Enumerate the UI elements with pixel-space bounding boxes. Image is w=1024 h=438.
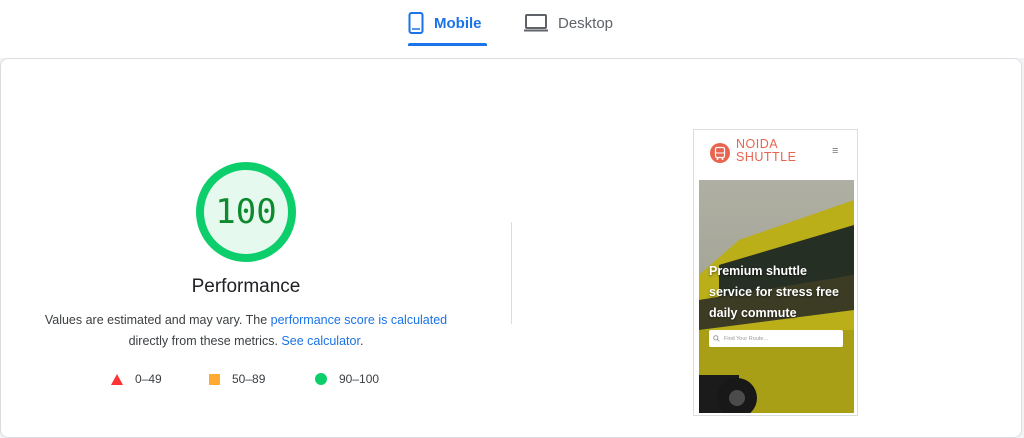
page-screenshot: NOIDA SHUTTLE ≡ Premium shuttle service … [693,129,858,416]
tab-mobile[interactable]: Mobile [408,0,482,46]
legend-average-range: 50–89 [232,372,266,386]
tab-desktop-label: Desktop [558,14,614,32]
active-tab-indicator [408,43,487,46]
route-search: Find Your Route... [709,330,843,347]
score-calculation-link[interactable]: performance score is calculated [271,313,447,327]
description-text-1: Values are estimated and may vary. The [44,313,271,327]
score-value: 100 [215,192,277,232]
legend-fail-range: 0–49 [135,372,162,386]
device-tabs: Mobile Desktop [0,0,1024,58]
tab-desktop[interactable]: Desktop [524,0,613,46]
desktop-icon [524,14,548,32]
description-text-3: . [359,334,364,348]
category-title: Performance [191,276,301,297]
hero-image: Premium shuttle service for stress free … [699,180,854,413]
search-icon [713,335,720,342]
brand-name: NOIDA SHUTTLE [736,138,816,164]
description-text-2: directly from these metrics. [128,334,282,348]
legend-fail: 0–49 [111,372,162,386]
circle-icon [315,373,327,385]
score-description: Values are estimated and may vary. The p… [30,310,462,352]
bus-logo-icon [710,143,730,163]
route-search-placeholder: Find Your Route... [724,335,769,342]
vertical-divider [511,222,512,324]
hero-heading: Premium shuttle service for stress free … [709,264,839,320]
brand-line-2: SHUTTLE [736,150,797,164]
calculator-link[interactable]: See calculator [281,334,360,348]
triangle-icon [111,373,123,385]
hamburger-menu-icon: ≡ [832,145,839,157]
mobile-icon [408,12,424,34]
legend-pass-range: 90–100 [339,372,380,386]
legend-pass: 90–100 [315,372,379,386]
square-icon [209,373,220,385]
tab-mobile-label: Mobile [434,14,482,32]
legend-average: 50–89 [209,372,265,386]
